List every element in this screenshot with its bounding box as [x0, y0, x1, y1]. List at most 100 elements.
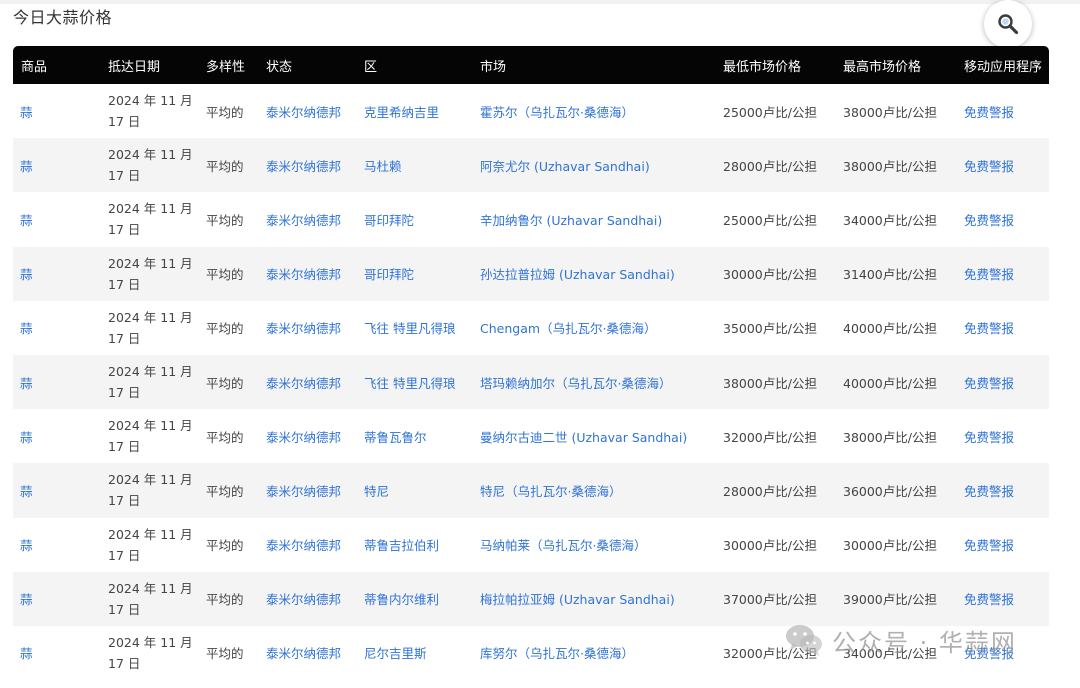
- cell-arrival-date: 2024 年 11 月 17 日: [108, 580, 193, 617]
- cell-market[interactable]: 马纳帕莱（乌扎瓦尔·桑德海）: [480, 518, 723, 572]
- cell-state[interactable]: 泰米尔纳德邦: [266, 84, 364, 138]
- cell-district[interactable]: 哥印拜陀: [364, 247, 480, 301]
- cell-district[interactable]: 哥印拜陀: [364, 192, 480, 246]
- cell-min-price: 37000卢比/公担: [723, 592, 817, 608]
- cell-commodity[interactable]: 蒜: [13, 572, 108, 626]
- cell-max-price: 31400卢比/公担: [843, 267, 937, 283]
- cell-state[interactable]: 泰米尔纳德邦: [266, 463, 364, 517]
- cell-free-alert-link[interactable]: 免费警报: [964, 247, 1049, 301]
- table-row: 蒜 2024 年 11 月 17 日平均的 泰米尔纳德邦 蒂鲁瓦鲁尔 曼纳尔古迪二世 (…: [13, 409, 1049, 464]
- cell-min-price: 32000卢比/公担: [723, 646, 817, 662]
- search-icon: [998, 14, 1019, 35]
- cell-district[interactable]: 飞往 特里凡得琅: [364, 301, 480, 355]
- cell-commodity[interactable]: 蒜: [13, 192, 108, 246]
- cell-arrival-date: 2024 年 11 月 17 日: [108, 634, 193, 671]
- header-variety[interactable]: 多样性: [206, 46, 266, 84]
- header-commodity[interactable]: 商品: [13, 46, 108, 84]
- header-market[interactable]: 市场: [480, 46, 723, 84]
- cell-market[interactable]: 辛加纳鲁尔 (Uzhavar Sandhai): [480, 192, 723, 246]
- table-row: 蒜 2024 年 11 月 17 日平均的 泰米尔纳德邦 特尼 特尼（乌扎瓦尔·桑德海）…: [13, 463, 1049, 518]
- cell-commodity[interactable]: 蒜: [13, 138, 108, 192]
- cell-market[interactable]: 库努尔（乌扎瓦尔·桑德海）: [480, 626, 723, 680]
- cell-market[interactable]: 特尼（乌扎瓦尔·桑德海）: [480, 463, 723, 517]
- cell-min-price: 28000卢比/公担: [723, 158, 817, 174]
- cell-district[interactable]: 飞往 特里凡得琅: [364, 355, 480, 409]
- cell-min-price: 38000卢比/公担: [723, 375, 817, 391]
- cell-market[interactable]: Chengam（乌扎瓦尔·桑德海）: [480, 301, 723, 355]
- cell-min-price: 30000卢比/公担: [723, 538, 817, 554]
- cell-free-alert-link[interactable]: 免费警报: [964, 192, 1049, 246]
- header-district[interactable]: 区: [364, 46, 480, 84]
- header-min-price[interactable]: 最低市场价格: [723, 46, 843, 84]
- cell-arrival-date: 2024 年 11 月 17 日: [108, 526, 193, 563]
- cell-state[interactable]: 泰米尔纳德邦: [266, 247, 364, 301]
- cell-free-alert-link[interactable]: 免费警报: [964, 572, 1049, 626]
- table-row: 蒜 2024 年 11 月 17 日平均的 泰米尔纳德邦 哥印拜陀 孙达拉普拉姆 (Uz…: [13, 246, 1049, 301]
- cell-free-alert-link[interactable]: 免费警报: [964, 138, 1049, 192]
- cell-free-alert-link[interactable]: 免费警报: [964, 301, 1049, 355]
- cell-free-alert-link[interactable]: 免费警报: [964, 626, 1049, 680]
- table-row: 蒜 2024 年 11 月 17 日平均的 泰米尔纳德邦 马杜赖 阿奈尤尔 (Uzhav…: [13, 138, 1049, 193]
- cell-state[interactable]: 泰米尔纳德邦: [266, 518, 364, 572]
- cell-district[interactable]: 克里希纳吉里: [364, 84, 480, 138]
- cell-max-price: 36000卢比/公担: [843, 483, 937, 499]
- cell-market[interactable]: 孙达拉普拉姆 (Uzhavar Sandhai): [480, 247, 723, 301]
- header-mobile-app[interactable]: 移动应用程序: [964, 46, 1049, 84]
- cell-free-alert-link[interactable]: 免费警报: [964, 409, 1049, 463]
- cell-district[interactable]: 蒂鲁瓦鲁尔: [364, 409, 480, 463]
- cell-commodity[interactable]: 蒜: [13, 409, 108, 463]
- cell-district[interactable]: 特尼: [364, 463, 480, 517]
- cell-max-price: 39000卢比/公担: [843, 592, 937, 608]
- cell-commodity[interactable]: 蒜: [13, 626, 108, 680]
- header-arrival-date[interactable]: 抵达日期: [108, 46, 206, 84]
- cell-market[interactable]: 阿奈尤尔 (Uzhavar Sandhai): [480, 138, 723, 192]
- table-row: 蒜 2024 年 11 月 17 日平均的 泰米尔纳德邦 飞往 特里凡得琅 Chenga…: [13, 300, 1049, 355]
- cell-variety: 平均的: [206, 321, 244, 337]
- cell-arrival-date: 2024 年 11 月 17 日: [108, 201, 193, 238]
- cell-market[interactable]: 曼纳尔古迪二世 (Uzhavar Sandhai): [480, 409, 723, 463]
- cell-state[interactable]: 泰米尔纳德邦: [266, 192, 364, 246]
- cell-free-alert-link[interactable]: 免费警报: [964, 355, 1049, 409]
- table-row: 蒜 2024 年 11 月 17 日平均的 泰米尔纳德邦 克里希纳吉里 霍苏尔（乌扎瓦尔…: [13, 84, 1049, 139]
- cell-district[interactable]: 蒂鲁内尔维利: [364, 572, 480, 626]
- cell-state[interactable]: 泰米尔纳德邦: [266, 626, 364, 680]
- page: 今日大蒜价格 商品 抵达日期 多样性 状态 区 市场 最低市场价格 最高市场价格…: [0, 0, 1080, 688]
- cell-state[interactable]: 泰米尔纳德邦: [266, 572, 364, 626]
- cell-state[interactable]: 泰米尔纳德邦: [266, 355, 364, 409]
- cell-free-alert-link[interactable]: 免费警报: [964, 84, 1049, 138]
- cell-free-alert-link[interactable]: 免费警报: [964, 463, 1049, 517]
- cell-variety: 平均的: [206, 104, 244, 120]
- cell-commodity[interactable]: 蒜: [13, 247, 108, 301]
- cell-min-price: 25000卢比/公担: [723, 104, 817, 120]
- cell-min-price: 32000卢比/公担: [723, 429, 817, 445]
- table-row: 蒜 2024 年 11 月 17 日平均的 泰米尔纳德邦 蒂鲁吉拉伯利 马纳帕莱（乌扎瓦…: [13, 517, 1049, 572]
- cell-state[interactable]: 泰米尔纳德邦: [266, 409, 364, 463]
- cell-free-alert-link[interactable]: 免费警报: [964, 518, 1049, 572]
- cell-market[interactable]: 塔玛赖纳加尔（乌扎瓦尔·桑德海）: [480, 355, 723, 409]
- cell-max-price: 38000卢比/公担: [843, 158, 937, 174]
- cell-commodity[interactable]: 蒜: [13, 463, 108, 517]
- cell-arrival-date: 2024 年 11 月 17 日: [108, 472, 193, 509]
- cell-arrival-date: 2024 年 11 月 17 日: [108, 147, 193, 184]
- cell-district[interactable]: 马杜赖: [364, 138, 480, 192]
- cell-district[interactable]: 尼尔吉里斯: [364, 626, 480, 680]
- header-state[interactable]: 状态: [266, 46, 364, 84]
- cell-commodity[interactable]: 蒜: [13, 355, 108, 409]
- cell-market[interactable]: 梅拉帕拉亚姆 (Uzhavar Sandhai): [480, 572, 723, 626]
- cell-market[interactable]: 霍苏尔（乌扎瓦尔·桑德海）: [480, 84, 723, 138]
- header-max-price[interactable]: 最高市场价格: [843, 46, 964, 84]
- cell-district[interactable]: 蒂鲁吉拉伯利: [364, 518, 480, 572]
- cell-commodity[interactable]: 蒜: [13, 84, 108, 138]
- cell-variety: 平均的: [206, 429, 244, 445]
- cell-variety: 平均的: [206, 538, 244, 554]
- cell-max-price: 40000卢比/公担: [843, 375, 937, 391]
- cell-state[interactable]: 泰米尔纳德邦: [266, 301, 364, 355]
- cell-commodity[interactable]: 蒜: [13, 518, 108, 572]
- cell-commodity[interactable]: 蒜: [13, 301, 108, 355]
- search-button[interactable]: [984, 0, 1032, 48]
- table-row: 蒜 2024 年 11 月 17 日平均的 泰米尔纳德邦 蒂鲁内尔维利 梅拉帕拉亚姆 (…: [13, 571, 1049, 626]
- cell-arrival-date: 2024 年 11 月 17 日: [108, 309, 193, 346]
- cell-state[interactable]: 泰米尔纳德邦: [266, 138, 364, 192]
- table-row: 蒜 2024 年 11 月 17 日平均的 泰米尔纳德邦 尼尔吉里斯 库努尔（乌扎瓦尔·…: [13, 625, 1049, 681]
- cell-variety: 平均的: [206, 592, 244, 608]
